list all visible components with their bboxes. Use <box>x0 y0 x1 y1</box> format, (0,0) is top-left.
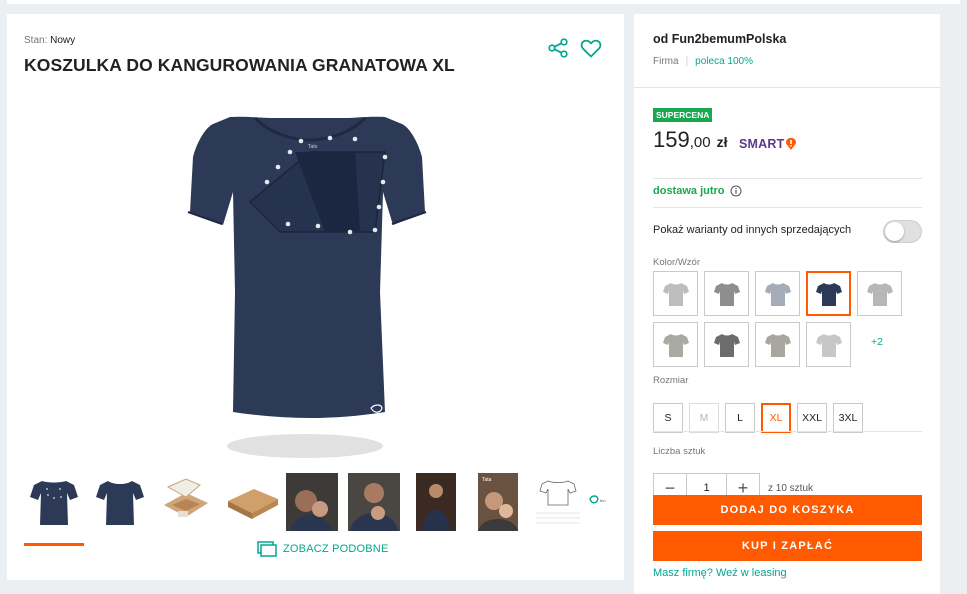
top-strip <box>7 0 960 4</box>
tshirt-icon <box>815 333 842 357</box>
thumbnail-6[interactable] <box>344 470 404 534</box>
add-to-cart-button[interactable]: DODAJ DO KOSZYKA <box>653 495 922 525</box>
quantity-available: z 10 sztuk <box>768 483 814 494</box>
smart-badge[interactable]: SMART <box>739 137 797 151</box>
color-swatch[interactable] <box>806 322 851 367</box>
thumbnail-4[interactable] <box>222 470 282 534</box>
price-decimal: ,00 <box>689 134 711 151</box>
info-icon[interactable] <box>730 185 742 197</box>
buy-now-button[interactable]: KUP I ZAPŁAĆ <box>653 531 922 561</box>
seller-type: Firma <box>653 56 679 67</box>
seller-meta: Firma | poleca 100% <box>653 56 753 67</box>
other-sellers-toggle[interactable] <box>883 220 922 243</box>
smart-pin-icon <box>786 138 797 150</box>
color-swatch[interactable] <box>704 271 749 316</box>
color-swatch[interactable] <box>755 271 800 316</box>
other-sellers-label: Pokaż warianty od innych sprzedających <box>653 224 852 236</box>
divider <box>634 87 940 88</box>
size-option[interactable]: L <box>725 403 755 433</box>
divider <box>653 207 922 208</box>
purchase-panel: od Fun2bemumPolska Firma | poleca 100% S… <box>634 14 940 594</box>
thumbnail-9[interactable] <box>528 470 588 534</box>
heart-icon[interactable] <box>579 36 603 60</box>
svg-text:fun: fun <box>600 498 606 503</box>
size-label: Rozmiar <box>653 375 689 386</box>
toggle-knob <box>885 222 904 241</box>
color-swatch[interactable] <box>653 271 698 316</box>
color-swatch[interactable] <box>755 322 800 367</box>
share-icon[interactable] <box>546 36 570 60</box>
tshirt-icon <box>764 333 791 357</box>
see-similar-link[interactable]: ZOBACZ PODOBNE <box>257 539 388 559</box>
tshirt-icon <box>764 282 791 306</box>
size-option[interactable]: M <box>689 403 719 433</box>
tshirt-icon <box>866 282 893 306</box>
smart-label: SMART <box>739 137 785 151</box>
delivery-label: dostawa jutro <box>653 185 725 197</box>
tshirt-icon <box>815 282 842 306</box>
tshirt-icon <box>662 282 689 306</box>
see-similar-label: ZOBACZ PODOBNE <box>283 543 389 555</box>
more-colors-link[interactable]: +2 <box>871 336 891 348</box>
thumbnail-10[interactable]: fun <box>580 470 610 534</box>
seller-rating[interactable]: poleca 100% <box>695 56 753 67</box>
tshirt-icon <box>662 333 689 357</box>
thumbnail-5[interactable] <box>282 470 342 534</box>
product-title: KOSZULKA DO KANGUROWANIA GRANATOWA XL <box>24 55 455 75</box>
color-swatch[interactable] <box>704 322 749 367</box>
seller-name[interactable]: od Fun2bemumPolska <box>653 32 786 46</box>
condition: Stan: Nowy <box>24 35 76 46</box>
monitor-icon <box>257 541 277 557</box>
thumbnail-strip: Tata fun <box>24 470 614 550</box>
thumbnail-1[interactable] <box>24 470 84 546</box>
svg-text:Tato: Tato <box>308 144 318 150</box>
leasing-link[interactable]: Masz firmę? Weź w leasing <box>653 567 787 579</box>
quantity-label: Liczba sztuk <box>653 446 706 457</box>
thumbnail-8[interactable]: Tata <box>468 470 528 534</box>
thumbnail-3[interactable] <box>156 470 216 534</box>
color-swatch[interactable] <box>857 271 902 316</box>
supercena-badge: SUPERCENA <box>653 108 713 122</box>
color-label: Kolor/Wzór <box>653 257 700 268</box>
divider <box>653 178 922 179</box>
size-option[interactable]: XXL <box>797 403 827 433</box>
separator: | <box>685 56 689 67</box>
main-product-image[interactable]: Tato <box>175 112 445 472</box>
size-option[interactable]: 3XL <box>833 403 863 433</box>
price: 159,00 zł <box>653 127 727 153</box>
divider <box>653 431 922 432</box>
svg-text:Tata: Tata <box>482 477 492 483</box>
price-currency: zł <box>716 134 728 150</box>
size-option[interactable]: S <box>653 403 683 433</box>
color-swatch[interactable] <box>653 322 698 367</box>
size-option[interactable]: XL <box>761 403 791 433</box>
tshirt-icon <box>713 333 740 357</box>
product-card: Stan: Nowy KOSZULKA DO KANGUROWANIA GRAN… <box>7 14 624 580</box>
tshirt-icon <box>713 282 740 306</box>
delivery-info[interactable]: dostawa jutro <box>653 185 742 197</box>
price-integer: 159 <box>653 127 690 152</box>
color-swatch[interactable] <box>806 271 851 316</box>
thumbnail-7[interactable] <box>406 470 466 534</box>
thumbnail-2[interactable] <box>90 470 150 534</box>
